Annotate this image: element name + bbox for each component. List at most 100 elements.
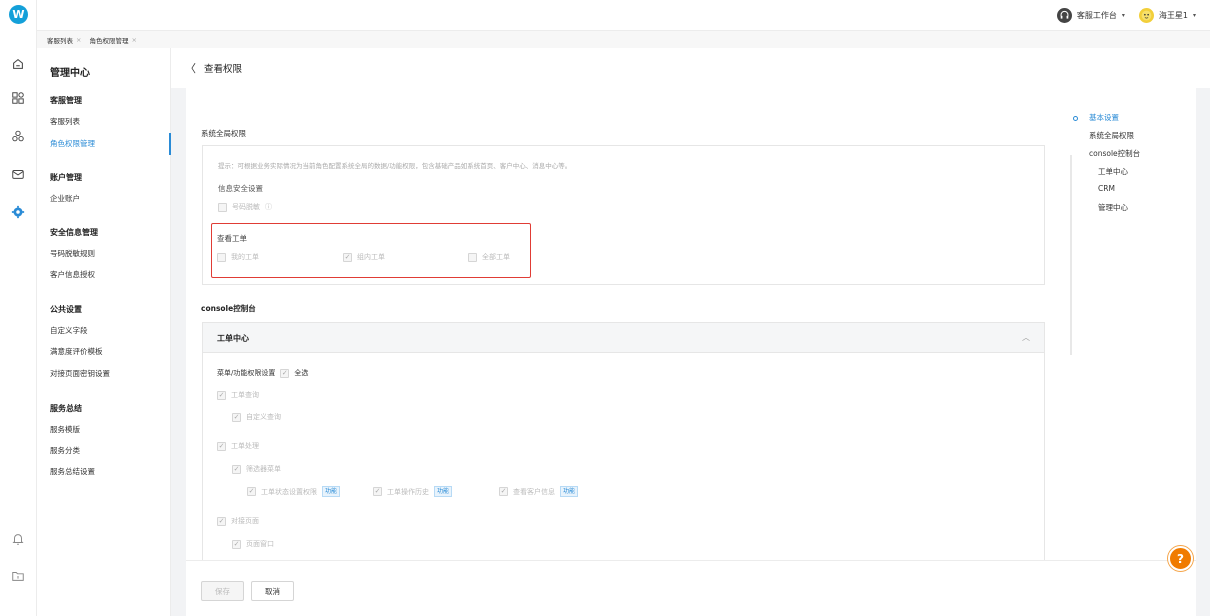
feature-tag: 功能 [322,486,341,497]
home-icon[interactable] [10,56,26,72]
help-icon[interactable]: ? [1168,546,1193,571]
sidebar-item-service-category[interactable]: 服务分类 [50,445,80,456]
feature-tag: 功能 [560,486,579,497]
sidebar: 管理中心 客服管理 客服列表 角色权限管理 账户管理 企业账户 安全信息管理 号… [37,48,171,616]
workspace-label: 客服工作台 [1076,11,1117,20]
tree-node-page-popup[interactable]: ✓ 页面窗口 [232,539,274,549]
info-icon[interactable]: ⓘ [265,202,272,212]
avatar [1138,8,1154,23]
anchor-track [1070,155,1072,355]
anchor-crm[interactable]: CRM [1098,184,1115,193]
group-tickets-checkbox[interactable]: ✓ 组内工单 [343,252,385,262]
sidebar-item-customer-list[interactable]: 客服列表 [50,116,80,127]
menu-permission-row: 菜单/功能权限设置 ✓ 全选 [217,368,308,378]
message-icon[interactable] [10,166,26,182]
checkbox-box [217,252,226,262]
tree-node-status-perm[interactable]: ✓ 工单状态设置权限 功能 [247,486,341,497]
sidebar-item-customer-auth[interactable]: 客户信息授权 [50,269,95,280]
user-label: 海王星1 [1158,11,1188,20]
check-icon[interactable]: ✓ [280,368,290,378]
icon-rail: W [0,0,37,616]
sidebar-section-title: 服务总结 [50,404,82,413]
user-menu[interactable]: 海王星1 ▾ [1138,8,1196,23]
checkbox-label: 号码脱敏 [232,203,260,211]
sidebar-item-satisfaction-template[interactable]: 满意度评价模板 [50,346,103,357]
tab-strip: 客服列表 × 角色权限管理 × [37,31,1210,48]
chevron-up-icon[interactable]: ︿ [1022,332,1030,343]
anchor-global-permissions[interactable]: 系统全局权限 [1089,130,1134,141]
page-header: 〈 查看权限 [171,48,1210,88]
sidebar-item-custom-fields[interactable]: 自定义字段 [50,325,88,336]
ticket-center-title: 工单中心 [217,334,249,343]
active-indicator [169,133,171,155]
anchor-basic-settings[interactable]: 基本设置 [1089,112,1119,123]
tree-node-filter-menu[interactable]: ✓ 筛选器菜单 [232,464,281,474]
top-bar: 客服工作台 ▾ 海王星1 ▾ [37,0,1210,31]
tab-customer-list[interactable]: 客服列表 × [47,35,81,45]
sidebar-section-title: 账户管理 [50,173,82,182]
check-icon: ✓ [217,390,226,400]
tree-node-custom-query[interactable]: ✓ 自定义查询 [232,412,281,422]
tree-node-process[interactable]: ✓ 工单处理 [217,441,259,451]
check-icon: ✓ [232,412,241,422]
bell-icon[interactable] [10,531,26,547]
footer-actions: 保存 取消 [186,560,1196,616]
app-logo[interactable]: W [9,5,28,24]
global-permissions-title: 系统全局权限 [201,129,246,138]
select-all-label: 全选 [294,369,309,377]
save-button[interactable]: 保存 [201,581,244,601]
tree-node-label: 查看客户信息 [513,487,555,496]
cancel-button[interactable]: 取消 [251,581,294,601]
feature-tag: 功能 [434,486,453,497]
users-icon[interactable] [10,128,26,144]
tree-node-history[interactable]: ✓ 工单操作历史 功能 [373,486,453,497]
tree-node-query[interactable]: ✓ 工单查询 [217,390,259,400]
info-security-title: 信息安全设置 [218,184,263,193]
tree-node-label: 工单状态设置权限 [261,487,317,496]
folder-icon[interactable] [10,568,26,584]
sidebar-item-role-permissions[interactable]: 角色权限管理 [50,138,95,149]
check-icon: ✓ [232,464,241,474]
check-icon: ✓ [247,487,256,496]
all-tickets-checkbox[interactable]: 全部工单 [468,252,510,262]
sidebar-section-title: 安全信息管理 [50,228,98,237]
checkbox-label: 组内工单 [357,253,385,261]
menu-permission-label: 菜单/功能权限设置 [217,369,276,377]
workspace-switcher[interactable]: 客服工作台 ▾ [1056,8,1125,23]
tree-node-label: 工单操作历史 [387,487,429,496]
sidebar-item-number-masking[interactable]: 号码脱敏规则 [50,248,95,259]
anchor-console[interactable]: console控制台 [1089,148,1140,159]
settings-icon[interactable] [10,204,26,220]
tab-role-permissions[interactable]: 角色权限管理 × [89,35,136,45]
sidebar-item-summary-settings[interactable]: 服务总结设置 [50,466,95,477]
back-icon[interactable]: 〈 [185,60,196,76]
tree-node-label: 自定义查询 [246,413,281,421]
chevron-down-icon: ▾ [1192,12,1196,19]
sidebar-title: 管理中心 [50,68,90,79]
apps-icon[interactable] [10,90,26,106]
anchor-management-center[interactable]: 管理中心 [1098,202,1128,213]
close-icon[interactable]: × [76,36,81,44]
anchor-ticket-center[interactable]: 工单中心 [1098,166,1128,177]
console-panel-header[interactable]: 工单中心 ︿ [203,323,1044,353]
tree-node-label: 工单查询 [231,391,259,399]
tree-node-label: 工单处理 [231,442,259,450]
tree-node-dock-page[interactable]: ✓ 对接页面 [217,516,259,526]
check-icon: ✓ [217,516,226,526]
tree-node-customer-info[interactable]: ✓ 查看客户信息 功能 [499,486,579,497]
tab-label: 角色权限管理 [89,36,129,45]
checkbox-label: 我的工单 [231,253,259,261]
check-icon: ✓ [373,487,382,496]
console-section-title: console控制台 [201,304,256,313]
sidebar-item-enterprise-account[interactable]: 企业账户 [50,193,80,204]
sidebar-item-service-template[interactable]: 服务模版 [50,424,80,435]
number-masking-checkbox[interactable]: 号码脱敏 ⓘ [218,202,272,212]
my-tickets-checkbox[interactable]: 我的工单 [217,252,259,262]
close-icon[interactable]: × [131,36,136,44]
tree-node-label: 筛选器菜单 [246,465,281,473]
content-card: 系统全局权限 提示：可根据业务实际情况为当前角色配置系统全局的数据/功能权限，包… [186,88,1196,560]
checkbox-label: 全部工单 [482,253,510,261]
sidebar-item-page-key[interactable]: 对接页面密钥设置 [50,368,110,379]
hint-text: 提示：可根据业务实际情况为当前角色配置系统全局的数据/功能权限，包含基础产品如系… [218,162,572,170]
page-title: 查看权限 [204,64,243,75]
